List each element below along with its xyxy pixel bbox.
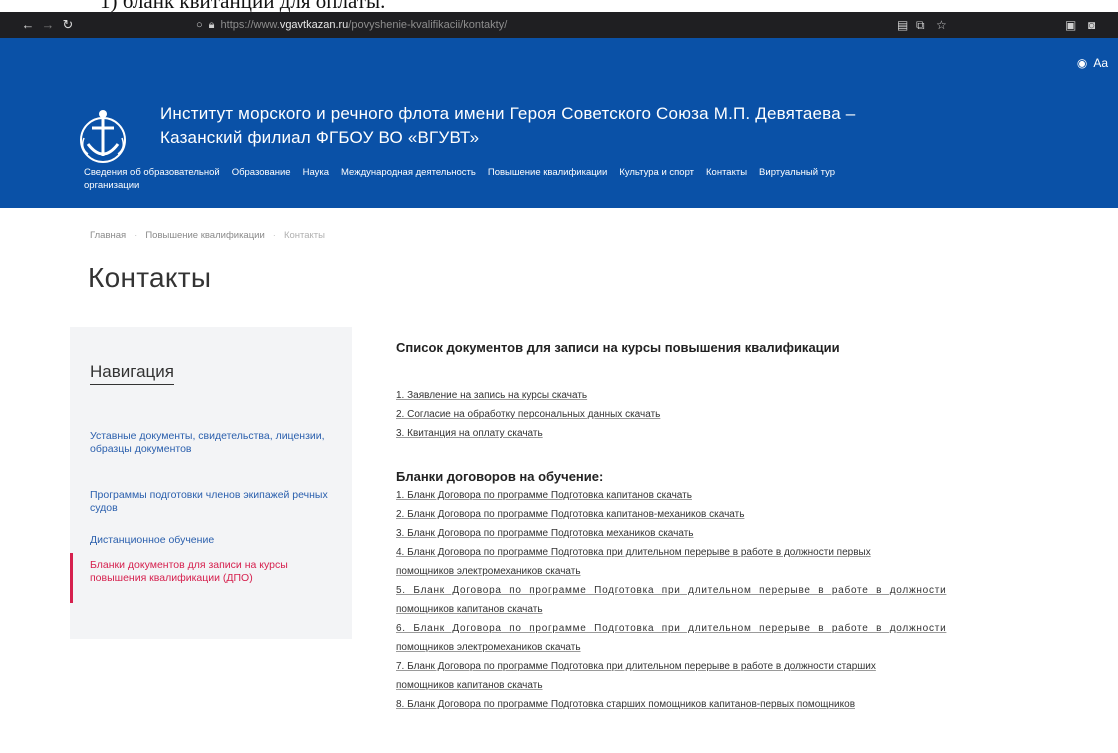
breadcrumb-separator: · — [134, 230, 138, 241]
bookmark-star-icon[interactable]: ☆ — [936, 12, 947, 38]
site-title-line-1: Институт морского и речного флота имени … — [160, 104, 856, 123]
contract-link-continuation[interactable]: помощников капитанов скачать — [396, 676, 1116, 695]
browser-toolbar: ← → ↻ ○ 🔒︎ https://www.vgavtkazan.ru/pov… — [0, 12, 1118, 38]
nav-item-contacts[interactable]: Контакты — [706, 167, 747, 179]
nav-item-education[interactable]: Образование — [232, 167, 291, 179]
nav-item-qualification[interactable]: Повышение квалификации — [488, 167, 607, 179]
nav-item-science[interactable]: Наука — [303, 167, 329, 179]
nav-item-virtual-tour[interactable]: Виртуальный тур — [759, 167, 835, 179]
arrow-right-icon[interactable]: → — [38, 12, 58, 38]
contract-link-continuation[interactable]: помощников электромехаников скачать — [396, 562, 1116, 581]
contract-link-continuation[interactable]: помощников электромехаников скачать — [396, 638, 1116, 657]
document-caption: 1) бланк квитанции для оплаты. — [0, 0, 1118, 12]
contract-link[interactable]: 1. Бланк Договора по программе Подготовк… — [396, 486, 1116, 505]
active-item-marker — [70, 553, 73, 603]
sidebar-title: Навигация — [90, 362, 174, 385]
shield-icon: ○ — [196, 19, 203, 31]
font-size-toggle[interactable]: Aa — [1093, 56, 1108, 70]
breadcrumb: Главная · Повышение квалификации · Конта… — [90, 230, 325, 241]
anchor-logo-icon[interactable] — [78, 108, 128, 166]
reader-mode-icon[interactable]: ▤ — [897, 12, 908, 38]
contract-link[interactable]: 5. Бланк Договора по программе Подготовк… — [396, 581, 1116, 600]
sidebar-item-enrollment-forms[interactable]: Бланки документов для записи на курсы по… — [90, 559, 340, 585]
page-title: Контакты — [88, 262, 212, 293]
extensions-icon[interactable]: ◙ — [1088, 12, 1095, 38]
breadcrumb-separator: · — [272, 230, 276, 241]
lock-icon: 🔒︎ — [208, 18, 215, 31]
nav-item-culture-sport[interactable]: Культура и спорт — [619, 167, 694, 179]
site-title-line-2: Казанский филиал ФГБОУ ВО «ВГУВТ» — [160, 128, 480, 147]
sidebar-item-crew-programs[interactable]: Программы подготовки членов экипажей реч… — [90, 489, 340, 515]
document-link-consent[interactable]: 2. Согласие на обработку персональных да… — [396, 405, 660, 424]
nav-item-info-line-2[interactable]: организации — [84, 180, 139, 191]
contract-link[interactable]: 7. Бланк Договора по программе Подготовк… — [396, 657, 1116, 676]
nav-item-international[interactable]: Международная деятельность — [341, 167, 476, 179]
breadcrumb-home[interactable]: Главная — [90, 230, 126, 241]
sidebar-navigation: Навигация Уставные документы, свидетельс… — [70, 327, 352, 639]
sidebar-item-distance-learning[interactable]: Дистанционное обучение — [90, 534, 340, 547]
address-bar[interactable]: ○ 🔒︎ https://www.vgavtkazan.ru/povysheni… — [196, 12, 507, 38]
site-title[interactable]: Институт морского и речного флота имени … — [160, 102, 855, 150]
reload-icon[interactable]: ↻ — [58, 12, 78, 38]
arrow-left-icon[interactable]: ← — [18, 12, 38, 38]
contract-link[interactable]: 4. Бланк Договора по программе Подготовк… — [396, 543, 1116, 562]
sidebar-item-statutory-documents[interactable]: Уставные документы, свидетельства, лицен… — [90, 430, 340, 456]
accessibility-controls: ◉ Aa — [1077, 56, 1108, 70]
site-header: ◉ Aa Институт морского и речного флота и… — [0, 38, 1118, 208]
globe-icon[interactable]: ◉ — [1077, 56, 1087, 70]
breadcrumb-qualification[interactable]: Повышение квалификации — [145, 230, 264, 241]
main-content: Список документов для записи на курсы по… — [396, 340, 1118, 710]
translate-icon[interactable]: ⧉ — [916, 12, 925, 38]
main-navigation: Сведения об образовательной Образование … — [84, 167, 1118, 179]
document-link-receipt[interactable]: 3. Квитанция на оплату скачать — [396, 424, 660, 443]
document-link-application[interactable]: 1. Заявление на запись на курсы скачать — [396, 386, 660, 405]
url-text[interactable]: https://www.vgavtkazan.ru/povyshenie-kva… — [221, 19, 508, 31]
contract-link[interactable]: 6. Бланк Договора по программе Подготовк… — [396, 619, 1116, 638]
breadcrumb-current: Контакты — [283, 230, 325, 241]
contract-link[interactable]: 8. Бланк Договора по программе Подготовк… — [396, 695, 1116, 714]
caption-text: 1) бланк квитанции для оплаты. — [100, 0, 386, 12]
documents-list: 1. Заявление на запись на курсы скачать … — [396, 386, 660, 443]
contract-link[interactable]: 2. Бланк Договора по программе Подготовк… — [396, 505, 1116, 524]
contract-link-continuation[interactable]: помощников капитанов скачать — [396, 600, 1116, 619]
contracts-heading: Бланки договоров на обучение: — [396, 469, 604, 484]
pocket-icon[interactable]: ▣ — [1065, 12, 1076, 38]
documents-heading: Список документов для записи на курсы по… — [396, 340, 840, 355]
contract-link[interactable]: 3. Бланк Договора по программе Подготовк… — [396, 524, 1116, 543]
contracts-list: 1. Бланк Договора по программе Подготовк… — [396, 486, 1116, 714]
nav-item-info[interactable]: Сведения об образовательной — [84, 167, 220, 179]
